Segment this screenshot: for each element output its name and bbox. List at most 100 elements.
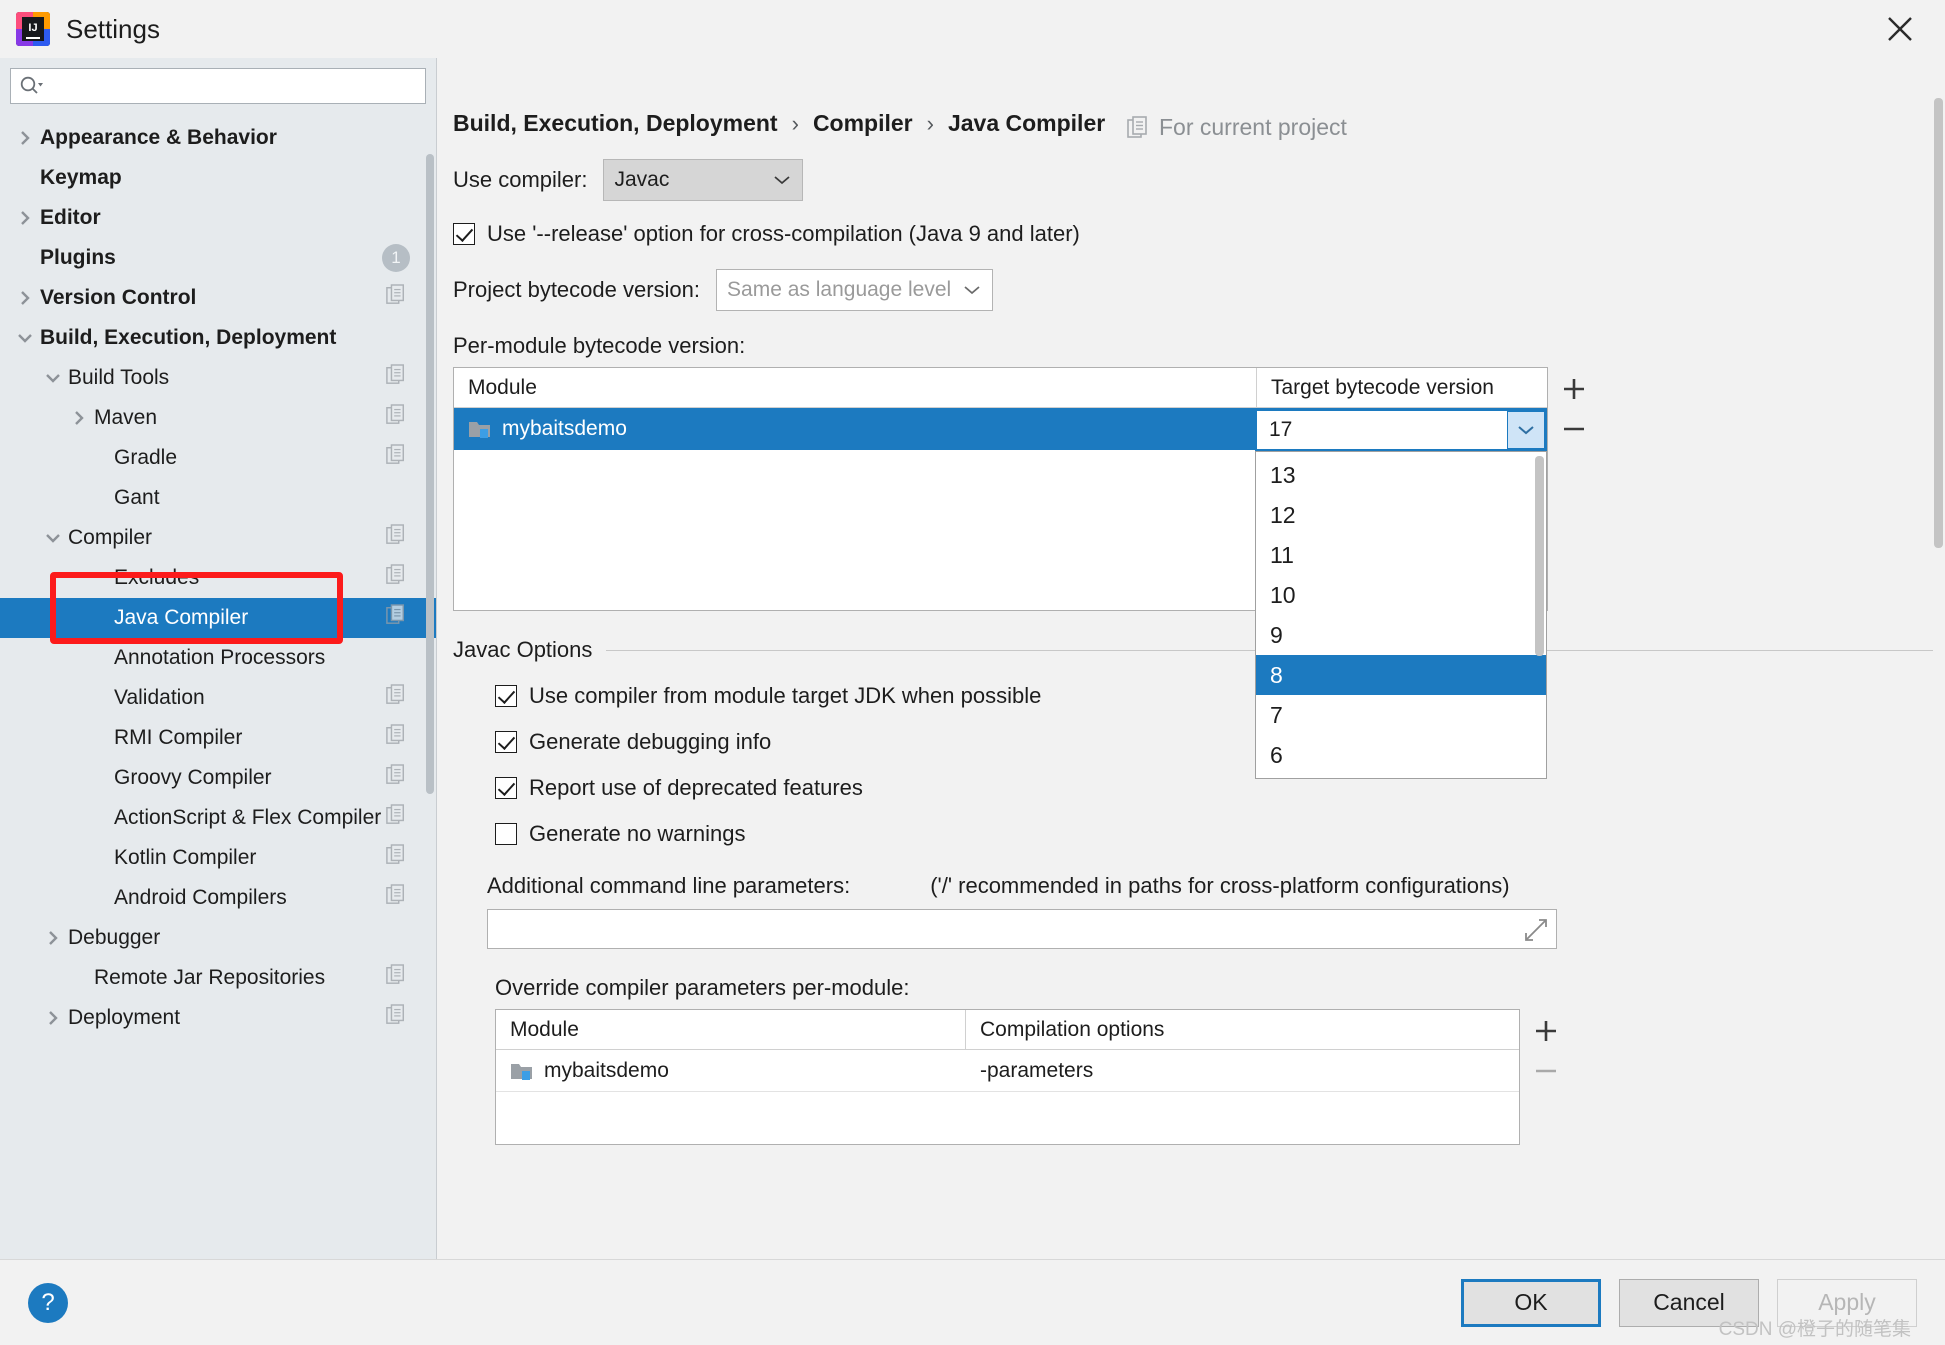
copy-icon[interactable] — [386, 524, 406, 552]
chevron-right-icon[interactable] — [42, 929, 64, 947]
sidebar-item-rmi-compiler[interactable]: RMI Compiler — [0, 718, 436, 758]
copy-icon[interactable] — [386, 1004, 406, 1032]
sidebar-item-version-control[interactable]: Version Control — [0, 278, 436, 318]
sidebar-item-actionscript-flex-compiler[interactable]: ActionScript & Flex Compiler — [0, 798, 436, 838]
chevron-right-icon[interactable] — [14, 129, 36, 147]
sidebar-item-plugins[interactable]: Plugins 1 — [0, 238, 436, 278]
javac-option-checkbox[interactable] — [495, 685, 517, 707]
copy-icon[interactable] — [386, 844, 406, 872]
project-bytecode-label: Project bytecode version: — [453, 277, 701, 302]
sidebar-item-remote-jar-repositories[interactable]: Remote Jar Repositories — [0, 958, 436, 998]
close-icon[interactable] — [1877, 6, 1923, 52]
sidebar-item-gradle[interactable]: Gradle — [0, 438, 436, 478]
chevron-right-icon[interactable] — [68, 409, 90, 427]
dropdown-option-8[interactable]: 8 — [1256, 655, 1546, 695]
sidebar-item-debugger[interactable]: Debugger — [0, 918, 436, 958]
sidebar-item-groovy-compiler[interactable]: Groovy Compiler — [0, 758, 436, 798]
sidebar-item-kotlin-compiler[interactable]: Kotlin Compiler — [0, 838, 436, 878]
dropdown-option-6[interactable]: 6 — [1256, 735, 1546, 775]
sidebar-item-compiler[interactable]: Compiler — [0, 518, 436, 558]
expand-icon[interactable] — [1524, 918, 1548, 947]
copy-icon[interactable] — [386, 764, 406, 792]
dropdown-scrollbar[interactable] — [1535, 456, 1544, 656]
chevron-right-icon[interactable] — [14, 209, 36, 227]
sidebar-item-validation[interactable]: Validation — [0, 678, 436, 718]
javac-option-checkbox[interactable] — [495, 777, 517, 799]
sidebar-item-appearance-behavior[interactable]: Appearance & Behavior — [0, 118, 436, 158]
dropdown-option-13[interactable]: 13 — [1256, 455, 1546, 495]
dropdown-option-11[interactable]: 11 — [1256, 535, 1546, 575]
target-bytecode-value: 17 — [1269, 418, 1293, 441]
module-bytecode-table[interactable]: Module Target bytecode version mybaitsde… — [453, 367, 1548, 779]
settings-tree[interactable]: Appearance & Behavior Keymap Editor Plugins… — [0, 114, 436, 1259]
sidebar-item-excludes[interactable]: Excludes — [0, 558, 436, 598]
dropdown-option-9[interactable]: 9 — [1256, 615, 1546, 655]
javac-option-row-1[interactable]: Generate debugging info — [495, 729, 1945, 755]
copy-icon[interactable] — [386, 444, 406, 472]
copy-icon[interactable] — [386, 364, 406, 392]
remove-override-button[interactable] — [1526, 1051, 1566, 1091]
sidebar-item-label: Build Tools — [68, 366, 170, 389]
dropdown-option-7[interactable]: 7 — [1256, 695, 1546, 735]
javac-option-checkbox[interactable] — [495, 823, 517, 845]
breadcrumb-item-1[interactable]: Compiler — [813, 110, 913, 137]
sidebar-item-gant[interactable]: Gant — [0, 478, 436, 518]
javac-option-checkbox[interactable] — [495, 731, 517, 753]
sidebar-item-label: Android Compilers — [114, 886, 287, 909]
release-option-checkbox[interactable] — [453, 223, 475, 245]
target-bytecode-combo[interactable]: 17 — [1255, 409, 1547, 451]
chevron-down-icon[interactable] — [1507, 411, 1545, 449]
dropdown-option-12[interactable]: 12 — [1256, 495, 1546, 535]
copy-icon[interactable] — [386, 724, 406, 752]
cell-compilation-options[interactable]: -parameters — [966, 1050, 1519, 1091]
add-module-button[interactable] — [1554, 369, 1594, 409]
dropdown-option-10[interactable]: 10 — [1256, 575, 1546, 615]
copy-icon[interactable] — [386, 684, 406, 712]
table-row[interactable]: mybaitsdemo -parameters — [496, 1050, 1519, 1092]
release-option-row[interactable]: Use '--release' option for cross-compila… — [453, 221, 1945, 247]
main-scrollbar[interactable] — [1933, 58, 1945, 1259]
search-input[interactable] — [10, 68, 426, 104]
sidebar-item-editor[interactable]: Editor — [0, 198, 436, 238]
dialog-footer: ? OK Cancel Apply CSDN @橙子的随笔集 — [0, 1259, 1945, 1345]
chevron-down-icon[interactable] — [42, 531, 64, 545]
javac-option-row-0[interactable]: Use compiler from module target JDK when… — [495, 683, 1945, 709]
chevron-right-icon[interactable] — [14, 289, 36, 307]
javac-option-row-3[interactable]: Generate no warnings — [495, 821, 1945, 847]
sidebar-scrollbar[interactable] — [426, 154, 436, 814]
javac-option-row-2[interactable]: Report use of deprecated features — [495, 775, 1945, 801]
additional-params-input[interactable] — [487, 909, 1557, 949]
sidebar-item-maven[interactable]: Maven — [0, 398, 436, 438]
sidebar-item-label: Excludes — [114, 566, 200, 589]
sidebar-item-build-tools[interactable]: Build Tools — [0, 358, 436, 398]
copy-icon[interactable] — [386, 884, 406, 912]
chevron-right-icon[interactable] — [42, 1009, 64, 1027]
help-button[interactable]: ? — [28, 1282, 68, 1323]
breadcrumb-item-2[interactable]: Java Compiler — [948, 110, 1105, 137]
copy-icon[interactable] — [386, 604, 406, 632]
sidebar-item-keymap[interactable]: Keymap — [0, 158, 436, 198]
settings-sidebar: Appearance & Behavior Keymap Editor Plugins… — [0, 58, 437, 1259]
sidebar-item-label: ActionScript & Flex Compiler — [114, 806, 382, 829]
copy-icon[interactable] — [386, 564, 406, 592]
add-override-button[interactable] — [1526, 1011, 1566, 1051]
chevron-down-icon[interactable] — [14, 331, 36, 345]
sidebar-item-deployment[interactable]: Deployment — [0, 998, 436, 1038]
sidebar-item-build-execution-deployment[interactable]: Build, Execution, Deployment — [0, 318, 436, 358]
copy-icon[interactable] — [386, 804, 406, 832]
breadcrumb-item-0[interactable]: Build, Execution, Deployment — [453, 110, 778, 137]
sidebar-item-android-compilers[interactable]: Android Compilers — [0, 878, 436, 918]
override-parameters-table[interactable]: Module Compilation options mybaitsdemo -… — [495, 1009, 1520, 1145]
ok-button[interactable]: OK — [1461, 1278, 1601, 1327]
copy-icon[interactable] — [386, 404, 406, 432]
remove-module-button[interactable] — [1554, 409, 1594, 449]
sidebar-item-annotation-processors[interactable]: Annotation Processors — [0, 638, 436, 678]
column-header-compilation-options: Compilation options — [980, 1017, 1165, 1041]
target-bytecode-dropdown-list[interactable]: 13 12 11 10 9 8 7 6 — [1255, 451, 1547, 779]
project-bytecode-select[interactable]: Same as language level — [716, 269, 994, 311]
sidebar-item-java-compiler[interactable]: Java Compiler — [0, 598, 436, 638]
copy-icon[interactable] — [386, 964, 406, 992]
copy-icon[interactable] — [386, 284, 406, 312]
chevron-down-icon[interactable] — [42, 371, 64, 385]
use-compiler-select[interactable]: Javac — [603, 159, 804, 201]
